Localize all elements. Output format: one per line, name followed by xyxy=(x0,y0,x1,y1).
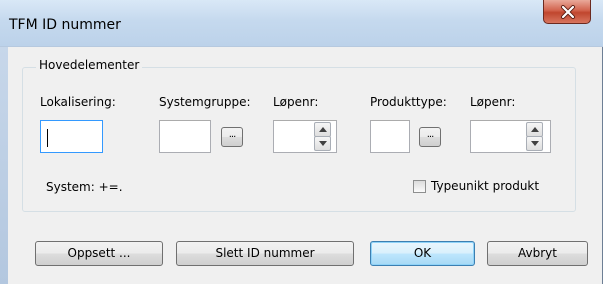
produkttype-input[interactable] xyxy=(370,120,410,153)
typeunikt-label[interactable]: Typeunikt produkt xyxy=(431,179,539,193)
group-legend: Hovedelementer xyxy=(36,58,143,72)
dialog-window: TFM ID nummer Hovedelementer Lokaliserin… xyxy=(0,0,603,284)
close-icon xyxy=(561,5,575,19)
slett-id-button[interactable]: Slett ID nummer xyxy=(176,241,354,266)
produkttype-label: Produkttype: xyxy=(370,95,447,109)
arrow-down-icon xyxy=(531,141,539,146)
system-lopenr-spin-up[interactable] xyxy=(314,122,331,137)
lokalisering-input[interactable] xyxy=(40,120,103,153)
produkt-lopenr-label: Løpenr: xyxy=(470,95,516,109)
system-lopenr-spinner[interactable] xyxy=(314,122,331,151)
arrow-up-icon xyxy=(319,127,327,132)
system-readout: System: +=. xyxy=(46,180,123,194)
text-caret xyxy=(47,129,48,147)
typeunikt-checkbox[interactable] xyxy=(413,180,426,193)
systemgruppe-input[interactable] xyxy=(159,120,211,153)
produkt-lopenr-spinner[interactable] xyxy=(526,122,543,151)
avbryt-button[interactable]: Avbryt xyxy=(487,241,588,266)
systemgruppe-browse-button[interactable]: ... xyxy=(221,127,243,147)
systemgruppe-label: Systemgruppe: xyxy=(159,95,251,109)
produkttype-browse-button[interactable]: ... xyxy=(419,127,441,147)
arrow-down-icon xyxy=(319,141,327,146)
window-frame-edge xyxy=(0,47,8,284)
close-button[interactable] xyxy=(543,0,591,24)
produkt-lopenr-spin-down[interactable] xyxy=(526,136,543,151)
window-title: TFM ID nummer xyxy=(9,17,121,33)
produkt-lopenr-spin-up[interactable] xyxy=(526,122,543,137)
system-lopenr-spin-down[interactable] xyxy=(314,136,331,151)
oppsett-button[interactable]: Oppsett ... xyxy=(35,241,163,266)
title-bar[interactable]: TFM ID nummer xyxy=(0,0,603,47)
system-lopenr-label: Løpenr: xyxy=(273,95,319,109)
lokalisering-label: Lokalisering: xyxy=(40,95,116,109)
ok-button[interactable]: OK xyxy=(370,241,475,266)
arrow-up-icon xyxy=(531,127,539,132)
